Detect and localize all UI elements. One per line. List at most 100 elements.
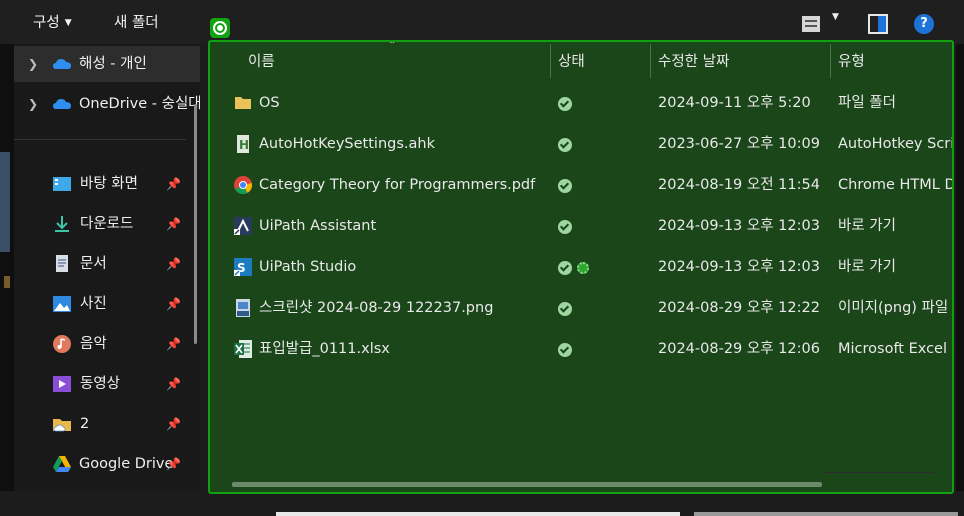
- nav-item-documents[interactable]: 문서 📌: [14, 246, 200, 282]
- column-header-type[interactable]: 유형: [838, 50, 865, 80]
- view-options-chevron-icon[interactable]: ▼: [832, 12, 839, 22]
- syncing-icon: [577, 262, 589, 274]
- chrome-icon: [234, 176, 252, 194]
- file-modified: 2024-08-19 오전 11:54: [658, 177, 820, 193]
- pin-icon[interactable]: 📌: [166, 406, 181, 442]
- nav-item-folder-2[interactable]: 2 📌: [14, 406, 200, 442]
- new-folder-label: 새 폴더: [114, 15, 159, 31]
- nav-label: 2: [80, 416, 90, 432]
- pin-icon[interactable]: 📌: [166, 326, 181, 362]
- pin-icon[interactable]: 📌: [166, 366, 181, 402]
- onedrive-cloud-icon: [53, 99, 71, 109]
- horizontal-scrollbar[interactable]: [232, 482, 822, 487]
- column-divider[interactable]: [650, 44, 651, 78]
- uipath-assistant-icon: [234, 217, 252, 235]
- onedrive-cloud-icon: [53, 59, 71, 69]
- cloud-folder-icon: [53, 419, 71, 432]
- file-type: AutoHotkey Script: [838, 136, 954, 152]
- divider: [822, 472, 934, 473]
- nav-label: 음악: [80, 336, 107, 352]
- file-name: AutoHotKeySettings.ahk: [259, 136, 435, 152]
- nav-item-onedrive-personal[interactable]: ❯ 해성 - 개인: [14, 46, 200, 82]
- background-window-edge: [0, 44, 14, 491]
- column-header-name[interactable]: 이름: [248, 50, 275, 80]
- pin-icon[interactable]: 📌: [166, 246, 181, 282]
- pin-icon[interactable]: 📌: [166, 286, 181, 322]
- column-header-status[interactable]: 상태: [558, 50, 585, 80]
- nav-label: 다운로드: [80, 216, 134, 232]
- bottom-bar: [0, 494, 964, 516]
- nav-scrollbar[interactable]: [194, 104, 197, 344]
- nav-item-onedrive-school[interactable]: ❯ OneDrive - 숭실대학교: [14, 86, 200, 122]
- nav-item-downloads[interactable]: 다운로드 📌: [14, 206, 200, 242]
- png-file-icon: [236, 299, 250, 317]
- file-type: Microsoft Excel 워크시트: [838, 341, 952, 357]
- right-edge-strip: [956, 44, 964, 491]
- download-icon: [55, 216, 69, 232]
- nav-item-google-drive[interactable]: Google Drive 📌: [14, 446, 200, 482]
- header-label: 유형: [838, 54, 865, 70]
- file-type: 파일 폴더: [838, 95, 896, 111]
- chevron-down-icon: ▼: [64, 18, 72, 28]
- column-divider[interactable]: [550, 44, 551, 78]
- nav-label: 바탕 화면: [80, 176, 138, 192]
- preview-pane-icon[interactable]: [868, 14, 888, 34]
- filename-field[interactable]: [276, 512, 680, 516]
- table-row[interactable]: 스크린샷 2024-08-29 122237.png 2024-08-29 오후…: [210, 288, 952, 329]
- file-modified: 2024-09-13 오후 12:03: [658, 218, 820, 234]
- nav-label: 문서: [80, 256, 107, 272]
- table-row[interactable]: UiPath Assistant 2024-09-13 오후 12:03 바로 …: [210, 206, 952, 247]
- svg-text:H: H: [239, 138, 249, 152]
- file-name: Category Theory for Programmers.pdf: [259, 177, 536, 193]
- table-row[interactable]: 표입발급_0111.xlsx 2024-08-29 오후 12:06 Micro…: [210, 329, 952, 370]
- filetype-field[interactable]: [694, 512, 958, 516]
- chevron-right-icon[interactable]: ❯: [28, 46, 38, 82]
- sort-ascending-icon: ⌃: [388, 40, 397, 51]
- view-details-icon[interactable]: [802, 16, 820, 32]
- organize-button[interactable]: 구성 ▼: [33, 0, 72, 44]
- column-divider[interactable]: [830, 44, 831, 78]
- organize-label: 구성: [33, 15, 60, 31]
- video-icon: [53, 376, 71, 392]
- pictures-icon: [53, 296, 71, 312]
- file-name: UiPath Assistant: [259, 218, 377, 234]
- desktop-icon: [53, 177, 71, 191]
- table-row[interactable]: OS 2024-09-11 오후 5:20 파일 폴더: [210, 83, 952, 124]
- pin-icon[interactable]: 📌: [166, 446, 181, 482]
- file-type: 바로 가기: [838, 259, 896, 275]
- header-label: 수정한 날짜: [658, 54, 730, 70]
- table-row[interactable]: Category Theory for Programmers.pdf 2024…: [210, 165, 952, 206]
- column-header-modified[interactable]: 수정한 날짜: [658, 50, 729, 80]
- synced-check-icon: [558, 302, 572, 316]
- folder-icon: [235, 97, 251, 109]
- synced-check-icon: [558, 220, 572, 234]
- new-folder-button[interactable]: 새 폴더: [114, 0, 159, 44]
- file-modified: 2024-09-11 오후 5:20: [658, 95, 811, 111]
- file-type: 이미지(png) 파일: [838, 300, 949, 316]
- navigation-pane: ❯ 해성 - 개인 ❯ OneDrive - 숭실대학교 바탕 화면 📌 다운로…: [14, 44, 200, 491]
- nav-item-pictures[interactable]: 사진 📌: [14, 286, 200, 322]
- help-icon[interactable]: ?: [914, 14, 934, 34]
- nav-item-music[interactable]: 음악 📌: [14, 326, 200, 362]
- file-type: Chrome HTML Document: [838, 177, 952, 193]
- synced-check-icon: [558, 261, 572, 275]
- synced-check-icon: [558, 179, 572, 193]
- pin-icon[interactable]: 📌: [166, 206, 181, 242]
- table-row[interactable]: S UiPath Studio 2024-09-13 오후 12:03 바로 가…: [210, 247, 952, 288]
- nav-item-videos[interactable]: 동영상 📌: [14, 366, 200, 402]
- nav-label: OneDrive - 숭실대학교: [79, 96, 200, 112]
- music-icon: [53, 335, 71, 353]
- google-drive-icon: [53, 456, 71, 472]
- header-label: 상태: [558, 54, 585, 70]
- pin-icon[interactable]: 📌: [166, 166, 181, 202]
- excel-file-icon: [234, 340, 252, 358]
- nav-item-desktop[interactable]: 바탕 화면 📌: [14, 166, 200, 202]
- file-name: 스크린샷 2024-08-29 122237.png: [259, 300, 494, 316]
- nav-divider: [14, 139, 186, 140]
- file-name: OS: [259, 95, 280, 111]
- nav-label: 해성 - 개인: [79, 56, 147, 72]
- nav-label: 사진: [80, 296, 107, 312]
- nav-label: Google Drive: [79, 456, 174, 472]
- table-row[interactable]: H AutoHotKeySettings.ahk 2023-06-27 오후 1…: [210, 124, 952, 165]
- chevron-right-icon[interactable]: ❯: [28, 86, 38, 122]
